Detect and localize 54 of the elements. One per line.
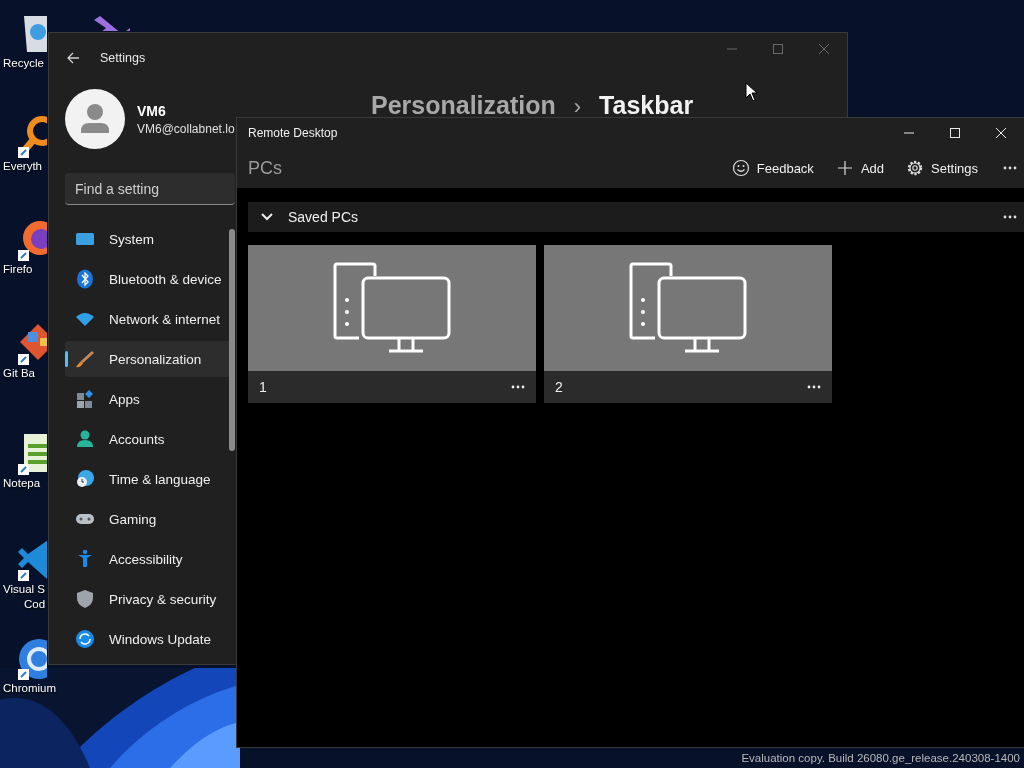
icon-label: Firefo	[3, 262, 33, 277]
pc-name: 1	[259, 379, 267, 395]
nav-item[interactable]: Windows Update	[65, 621, 231, 657]
nav-item[interactable]: Time & language	[65, 461, 231, 497]
person-icon	[75, 429, 95, 449]
group-label: Saved PCs	[288, 209, 360, 225]
nav-item[interactable]: System	[65, 221, 231, 257]
back-arrow-icon[interactable]	[66, 51, 80, 65]
pc-name: 2	[555, 379, 563, 395]
page-heading: Taskbar	[599, 91, 694, 120]
build-watermark: Evaluation copy. Build 26080.ge_release.240308-1400	[741, 752, 1020, 764]
search-field[interactable]: Find a setting	[65, 173, 235, 205]
bluetooth-icon	[75, 269, 95, 289]
pc-tile[interactable]: 1	[248, 245, 536, 403]
icon-label: Notepa	[3, 476, 41, 491]
smiley-icon	[731, 159, 750, 177]
breadcrumb-link[interactable]: Personalization	[371, 91, 556, 120]
nav-item[interactable]: Accounts	[65, 421, 231, 457]
nav-item[interactable]: Apps	[65, 381, 231, 417]
window-title: Settings	[100, 51, 146, 65]
icon-label: Visual S	[3, 582, 45, 597]
nav-item[interactable]: Network & internet	[65, 301, 231, 337]
clock-icon	[75, 469, 95, 489]
computer-icon	[629, 262, 747, 354]
computer-icon	[333, 262, 451, 354]
group-header[interactable]: Saved PCs	[248, 202, 1024, 232]
nav-item[interactable]: Privacy & security	[65, 581, 231, 617]
plus-icon	[835, 159, 854, 177]
toolbar-button[interactable]: Add	[833, 155, 886, 181]
user-email: VM6@collabnet.lo	[137, 121, 235, 136]
brush-icon	[75, 349, 95, 369]
nav-item[interactable]: Bluetooth & device	[65, 261, 231, 297]
cursor-icon	[745, 82, 759, 102]
toolbar-button[interactable]: Feedback	[729, 155, 816, 181]
shield-icon	[75, 589, 95, 609]
nav-item[interactable]: Accessibility	[65, 541, 231, 577]
toolbar-button[interactable]: Settings	[904, 155, 980, 181]
settings-icon	[906, 159, 924, 177]
page-heading: PCs	[248, 157, 282, 179]
icon-label: Recycle	[3, 56, 44, 71]
user-name: VM6	[137, 102, 167, 119]
apps-icon	[75, 389, 95, 409]
icon-label: Cod	[24, 597, 46, 612]
magnifier-icon[interactable]	[16, 115, 47, 159]
icon-label: Chromium	[3, 681, 57, 696]
nav-item[interactable]: Personalization	[65, 341, 231, 377]
icon-label: Git Ba	[3, 366, 35, 381]
refresh-icon	[75, 629, 95, 649]
breadcrumb-separator: ›	[573, 94, 582, 120]
pc-tile[interactable]: 2	[544, 245, 832, 403]
avatar-icon[interactable]	[65, 89, 125, 149]
nav-item[interactable]: Gaming	[65, 501, 231, 537]
window-title: Remote Desktop	[248, 126, 338, 140]
icon-label: Everyth	[3, 159, 42, 174]
